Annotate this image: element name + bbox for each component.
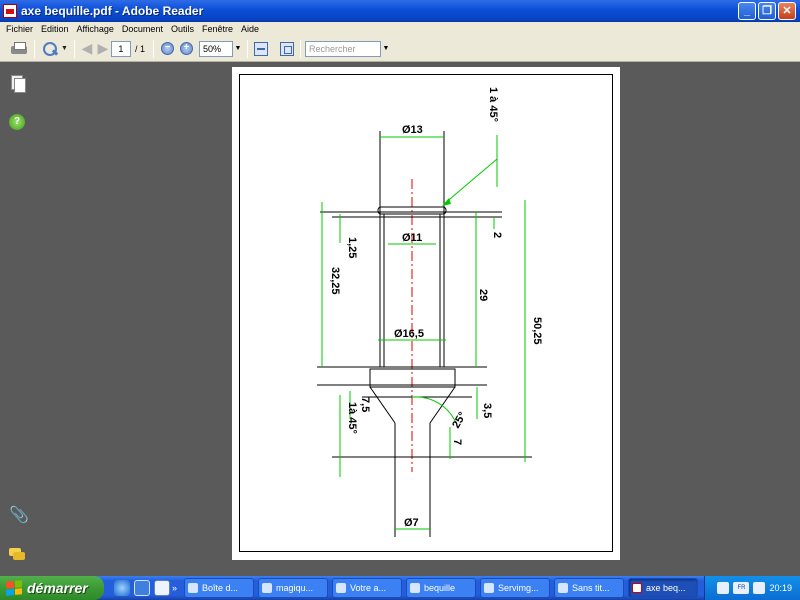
menu-fichier[interactable]: Fichier <box>2 24 37 34</box>
part-outline <box>317 131 532 537</box>
title-bar: axe bequille.pdf - Adobe Reader _ ❐ ✕ <box>0 0 800 22</box>
menu-fenetre[interactable]: Fenêtre <box>198 24 237 34</box>
label-d11: Ø11 <box>402 232 422 244</box>
clock: 20:19 <box>769 583 792 593</box>
toolbar-separator <box>34 39 35 58</box>
label-dim-32-25: 32,25 <box>329 267 341 295</box>
adobe-icon <box>632 583 642 593</box>
technical-drawing: Ø13 1 à 45° Ø11 2 1,25 32,25 29 50,25 Ø1… <box>317 87 543 537</box>
label-d7: Ø7 <box>404 517 419 529</box>
page-total: / 1 <box>134 43 145 54</box>
full-screen-button[interactable] <box>279 39 294 59</box>
task-boite[interactable]: Boîte d... <box>184 578 254 598</box>
close-button[interactable]: ✕ <box>778 2 796 20</box>
chevron-down-icon: ▼ <box>61 45 68 52</box>
window-title: axe bequille.pdf - Adobe Reader <box>21 4 204 18</box>
volume-icon[interactable] <box>753 582 766 594</box>
find-button[interactable]: ▼ <box>41 39 68 59</box>
menu-edition[interactable]: Edition <box>37 24 73 34</box>
full-screen-icon <box>279 41 294 56</box>
toolbar: ▼ ◀ ▶ 1 / 1 − + 50% ▼ Rechercher ▼ <box>0 36 800 62</box>
system-tray: FR 20:19 <box>704 576 800 600</box>
toolbar-separator <box>73 39 75 58</box>
label-angle-25: 25° <box>450 410 469 430</box>
mail-quicklaunch-icon[interactable] <box>154 580 170 596</box>
label-dim-50-25: 50,25 <box>531 317 543 345</box>
previous-page-button[interactable]: ◀ <box>79 40 95 57</box>
menu-outils[interactable]: Outils <box>167 24 198 34</box>
task-axe-bequille[interactable]: axe beq... <box>628 578 698 598</box>
restore-button[interactable]: ❐ <box>758 2 776 20</box>
toolbar-separator <box>299 39 301 58</box>
page-number-input[interactable]: 1 <box>110 40 131 57</box>
label-dim-29: 29 <box>477 289 489 301</box>
fit-page-button[interactable] <box>253 39 268 59</box>
printer-icon <box>10 41 28 57</box>
network-icon[interactable] <box>717 582 730 594</box>
ie-icon <box>484 583 494 593</box>
comments-icon[interactable] <box>9 546 25 562</box>
zoom-in-button[interactable]: + <box>179 42 193 55</box>
task-votre[interactable]: Votre a... <box>332 578 402 598</box>
task-magique[interactable]: magiqu... <box>258 578 328 598</box>
zoom-out-button[interactable]: − <box>160 42 174 55</box>
quicklaunch-more-icon[interactable]: » <box>172 583 182 593</box>
menu-aide[interactable]: Aide <box>237 24 263 34</box>
label-dim-7: 7 <box>451 439 463 445</box>
folder-icon <box>410 583 420 593</box>
label-d13: Ø13 <box>402 124 423 136</box>
task-servimg[interactable]: Servimg... <box>480 578 550 598</box>
menu-document[interactable]: Document <box>118 24 167 34</box>
language-badge[interactable]: FR <box>733 582 750 594</box>
menu-bar: Fichier Edition Affichage Document Outil… <box>0 22 800 36</box>
search-icon <box>41 41 59 57</box>
windows-logo-icon <box>6 580 22 596</box>
taskbar: démarrer » Boîte d... magiqu... Votre a.… <box>0 576 800 600</box>
attachment-icon[interactable]: 📎 <box>9 508 29 524</box>
task-sans-titre[interactable]: Sans tit... <box>554 578 624 598</box>
pages-icon[interactable] <box>9 75 26 93</box>
label-chamfer-top: 1 à 45° <box>487 87 499 122</box>
minimize-button[interactable]: _ <box>738 2 756 20</box>
label-chamfer-bottom: 1à 45° <box>346 402 358 434</box>
show-desktop-icon[interactable] <box>134 580 150 596</box>
ie-quicklaunch-icon[interactable] <box>114 580 130 596</box>
toolbar-separator <box>152 39 154 58</box>
label-dim-2: 2 <box>491 232 503 238</box>
zoom-input[interactable]: 50% <box>198 40 233 57</box>
label-d16-5: Ø16,5 <box>394 328 424 340</box>
fit-page-icon <box>253 41 268 56</box>
print-button[interactable] <box>10 39 28 59</box>
toolbar-separator <box>246 39 248 58</box>
start-button[interactable]: démarrer <box>0 576 104 600</box>
messenger-icon <box>336 583 346 593</box>
label-dim-3-5: 3,5 <box>481 403 493 418</box>
next-page-button[interactable]: ▶ <box>95 40 111 57</box>
start-label: démarrer <box>27 580 88 596</box>
label-dim-1-25: 1,25 <box>346 237 358 258</box>
zoom-dropdown-icon[interactable]: ▼ <box>233 41 243 57</box>
ie-icon <box>262 583 272 593</box>
help-icon[interactable]: ? <box>9 114 25 130</box>
search-dropdown-icon[interactable]: ▼ <box>381 41 391 57</box>
search-input[interactable]: Rechercher <box>304 40 381 57</box>
pdf-page: Ø13 1 à 45° Ø11 2 1,25 32,25 29 50,25 Ø1… <box>232 67 620 560</box>
paint-icon <box>558 583 568 593</box>
document-area[interactable]: Ø13 1 à 45° Ø11 2 1,25 32,25 29 50,25 Ø1… <box>34 63 800 576</box>
adobe-reader-icon <box>3 4 17 18</box>
label-dim-7-5: 7,5 <box>359 397 371 412</box>
navigation-panel: ? 📎 <box>0 63 34 576</box>
menu-affichage[interactable]: Affichage <box>73 24 118 34</box>
folder-icon <box>188 583 198 593</box>
task-bequille[interactable]: bequille <box>406 578 476 598</box>
